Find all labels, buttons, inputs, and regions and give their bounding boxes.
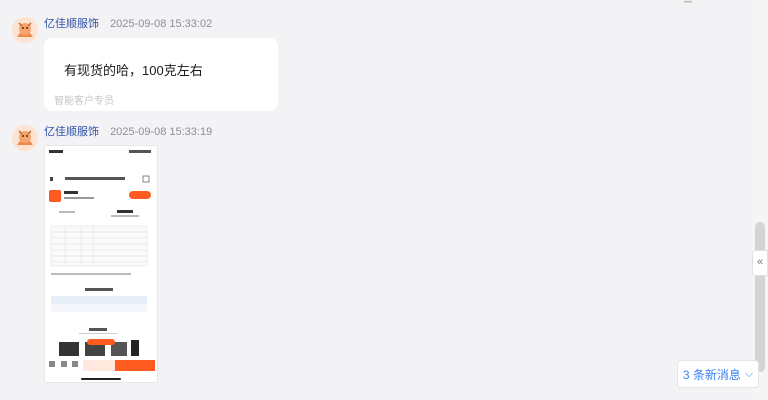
new-messages-label: 3 条新消息: [682, 367, 741, 382]
new-messages-button[interactable]: 3 条新消息 ⌵: [677, 360, 759, 388]
chevron-down-icon: ⌵: [744, 367, 754, 380]
shop-name[interactable]: 亿佳顺服饰: [44, 126, 99, 138]
shop-name[interactable]: 亿佳顺服饰: [44, 18, 99, 30]
screenshot-image[interactable]: [44, 145, 158, 383]
message-bubble: 有现货的哈，100克左右 智能客户专员: [44, 38, 278, 111]
double-chevron-left-icon[interactable]: «: [752, 250, 768, 276]
scrollbar-thumb[interactable]: [755, 222, 765, 372]
message-time: 2025-09-08 15:33:19: [110, 126, 213, 138]
scrollbar[interactable]: [752, 0, 768, 400]
message-time: 2025-09-08 15:33:02: [110, 18, 213, 30]
message-sender-role: 智能客户专员: [54, 96, 114, 107]
chat-message-area[interactable]: ▁ 亿佳顺服饰 2025-09-08 15:33:02 有现货的哈，100克左右…: [0, 0, 752, 400]
avatar[interactable]: [12, 17, 38, 43]
avatar[interactable]: [12, 125, 38, 151]
top-corner-icon: ▁: [684, 0, 702, 3]
message-text: 有现货的哈，100克左右: [64, 63, 203, 78]
